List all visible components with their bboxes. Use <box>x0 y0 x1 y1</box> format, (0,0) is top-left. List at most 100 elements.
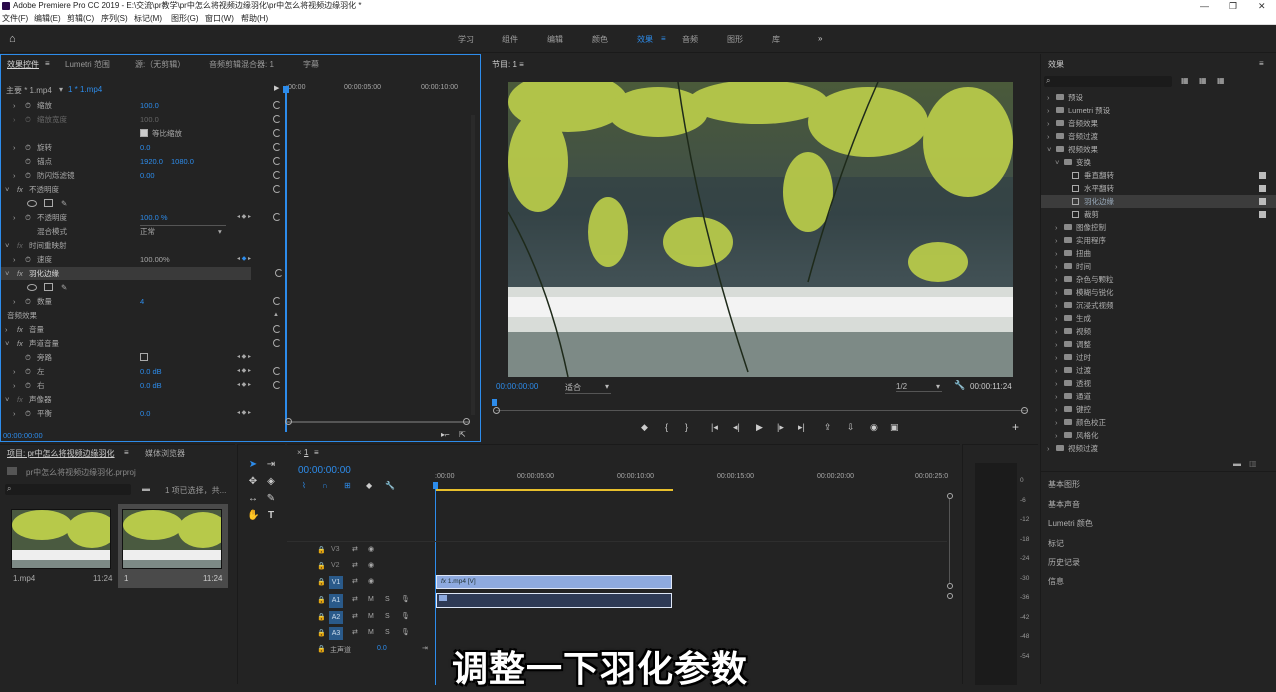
effects-tree-item[interactable]: 垂直翻转 <box>1041 169 1276 182</box>
wrench-icon[interactable]: 🔧 <box>954 380 965 391</box>
reset-icon[interactable] <box>273 157 281 165</box>
menu-clip[interactable]: 剪辑(C) <box>67 12 94 25</box>
timeline-settings-icon[interactable]: 🔧 <box>385 481 395 490</box>
master-clip-label[interactable]: 主要 * 1.mp4 <box>6 85 52 96</box>
voice-over-icon[interactable]: 🎙 <box>401 595 410 603</box>
effects-tree-item[interactable]: › 时间 <box>1041 260 1276 273</box>
reset-icon[interactable] <box>273 185 281 193</box>
32bit-effects-icon[interactable]: ▦ <box>1199 76 1207 85</box>
disclosure-arrow-icon[interactable]: › <box>1047 130 1050 143</box>
section-lumetri-color[interactable]: Lumetri 颜色 <box>1048 518 1093 529</box>
voice-over-icon[interactable]: 🎙 <box>401 628 410 636</box>
yuv-effects-icon[interactable]: ▦ <box>1217 76 1225 85</box>
uniform-scale-checkbox[interactable] <box>140 129 148 137</box>
disclosure-arrow-icon[interactable]: › <box>1047 104 1050 117</box>
disclosure-arrow-icon[interactable]: › <box>1047 117 1050 130</box>
disclosure-arrow-icon[interactable]: › <box>1055 351 1058 364</box>
step-forward-icon[interactable]: |▸ <box>777 422 784 433</box>
ripple-edit-tool-icon[interactable]: ✥ <box>247 476 259 488</box>
reset-icon[interactable] <box>273 171 281 179</box>
effect-panner-header[interactable]: ˅ fx 声像器 <box>1 393 281 406</box>
new-bin-icon[interactable]: ▬ <box>1233 459 1241 468</box>
timeline-playhead-handle[interactable] <box>433 482 438 489</box>
section-info[interactable]: 信息 <box>1048 576 1064 587</box>
video-clip[interactable]: fx 1.mp4 [V] <box>436 575 672 589</box>
lock-icon[interactable]: 🔒 <box>317 613 326 621</box>
media-browser-tab[interactable]: 媒体浏览器 <box>145 448 185 459</box>
eye-icon[interactable]: ◉ <box>368 545 374 553</box>
ec-playhead[interactable] <box>285 92 287 432</box>
effects-tree-item[interactable]: › 视频 <box>1041 325 1276 338</box>
program-tab[interactable]: 节目: 1 ≡ <box>492 59 524 70</box>
sync-lock-icon[interactable]: ⇄ <box>352 577 358 585</box>
effects-tree-item[interactable]: › 过时 <box>1041 351 1276 364</box>
ec-scrollbar[interactable] <box>287 421 469 423</box>
disclosure-arrow-icon[interactable]: › <box>1055 234 1058 247</box>
effects-tab[interactable]: 效果 <box>1048 59 1064 70</box>
effects-tree-item[interactable]: › 杂色与颗粒 <box>1041 273 1276 286</box>
reset-icon[interactable] <box>273 367 281 375</box>
sequence-clip-label[interactable]: 1 * 1.mp4 <box>68 85 102 94</box>
effects-search-input[interactable]: ⌕ <box>1044 76 1172 87</box>
disclosure-arrow-icon[interactable]: › <box>1055 364 1058 377</box>
v-scroll-a[interactable] <box>947 593 953 599</box>
effects-tree-item[interactable]: › 实用程序 <box>1041 234 1276 247</box>
scrubber-handle-right[interactable] <box>1021 407 1028 414</box>
disclosure-arrow-icon[interactable]: › <box>1055 312 1058 325</box>
effects-tree-item[interactable]: › 透视 <box>1041 377 1276 390</box>
add-button-icon[interactable]: + <box>1012 420 1019 434</box>
menu-marker[interactable]: 标记(M) <box>134 12 162 25</box>
menu-file[interactable]: 文件(F) <box>2 12 28 25</box>
disclosure-arrow-icon[interactable]: ˅ <box>1047 143 1051 156</box>
disclosure-arrow-icon[interactable]: › <box>1055 247 1058 260</box>
reset-icon[interactable] <box>273 129 281 137</box>
snap-icon[interactable]: ∩ <box>322 481 328 490</box>
go-to-end-icon[interactable]: ⇥ <box>422 644 428 652</box>
mute-icon[interactable]: M <box>368 596 374 603</box>
workspace-more-icon[interactable]: » <box>818 34 822 43</box>
home-icon[interactable]: ⌂ <box>9 33 21 45</box>
sync-lock-icon[interactable]: ⇄ <box>352 612 358 620</box>
track-v1-label[interactable]: V1 <box>329 576 343 589</box>
project-thumb-1[interactable] <box>11 509 111 569</box>
disclosure-arrow-icon[interactable]: › <box>1055 416 1058 429</box>
menu-edit[interactable]: 编辑(E) <box>34 12 61 25</box>
disclosure-arrow-icon[interactable]: › <box>1055 325 1058 338</box>
disclosure-arrow-icon[interactable]: ˅ <box>1055 156 1059 169</box>
lock-icon[interactable]: 🔒 <box>317 546 326 554</box>
effects-tree-item[interactable]: › 扭曲 <box>1041 247 1276 260</box>
rect-mask-icon[interactable] <box>44 199 53 207</box>
extract-icon[interactable]: ⇩ <box>847 422 855 433</box>
effects-tree-item[interactable]: › 生成 <box>1041 312 1276 325</box>
workspace-tab-graphics[interactable]: 图形 <box>727 34 743 45</box>
ec-playhead-handle[interactable] <box>283 86 289 93</box>
go-to-out-icon[interactable]: ▸| <box>798 422 805 433</box>
sync-lock-icon[interactable]: ⇄ <box>352 545 358 553</box>
workspace-tab-libraries[interactable]: 库 <box>772 34 780 45</box>
disclosure-arrow-icon[interactable]: › <box>1055 299 1058 312</box>
effects-panel-menu-icon[interactable]: ≡ <box>1259 59 1264 68</box>
disclosure-arrow-icon[interactable]: › <box>1055 273 1058 286</box>
reset-icon[interactable] <box>273 213 281 221</box>
effects-tree-item[interactable]: ˅ 变换 <box>1041 156 1276 169</box>
track-v3-label[interactable]: V3 <box>331 546 340 553</box>
v-scroll-top[interactable] <box>947 493 953 499</box>
go-to-in-icon[interactable]: |◂ <box>711 422 718 433</box>
reset-icon[interactable] <box>273 325 281 333</box>
v-scroll-mid[interactable] <box>947 583 953 589</box>
track-a1-label[interactable]: A1 <box>329 594 343 608</box>
ec-vertical-scrollbar[interactable] <box>471 115 475 415</box>
lock-icon[interactable]: 🔒 <box>317 596 326 604</box>
effects-tree-item[interactable]: › 视频过渡 <box>1041 442 1276 455</box>
disclosure-arrow-icon[interactable]: › <box>1055 221 1058 234</box>
section-essential-graphics[interactable]: 基本图形 <box>1048 479 1080 490</box>
effects-tree-item[interactable]: › 通道 <box>1041 390 1276 403</box>
resolution-select[interactable]: 1/2 ▾ <box>896 382 942 392</box>
reset-icon[interactable] <box>273 143 281 151</box>
export-frame-icon[interactable]: ◉ <box>870 422 878 433</box>
disclosure-arrow-icon[interactable]: › <box>1055 260 1058 273</box>
program-scrubber[interactable] <box>496 410 1027 411</box>
add-marker-icon[interactable]: ◆ <box>641 422 648 433</box>
menu-sequence[interactable]: 序列(S) <box>101 12 128 25</box>
tab-effect-controls[interactable]: 效果控件 <box>7 59 39 70</box>
